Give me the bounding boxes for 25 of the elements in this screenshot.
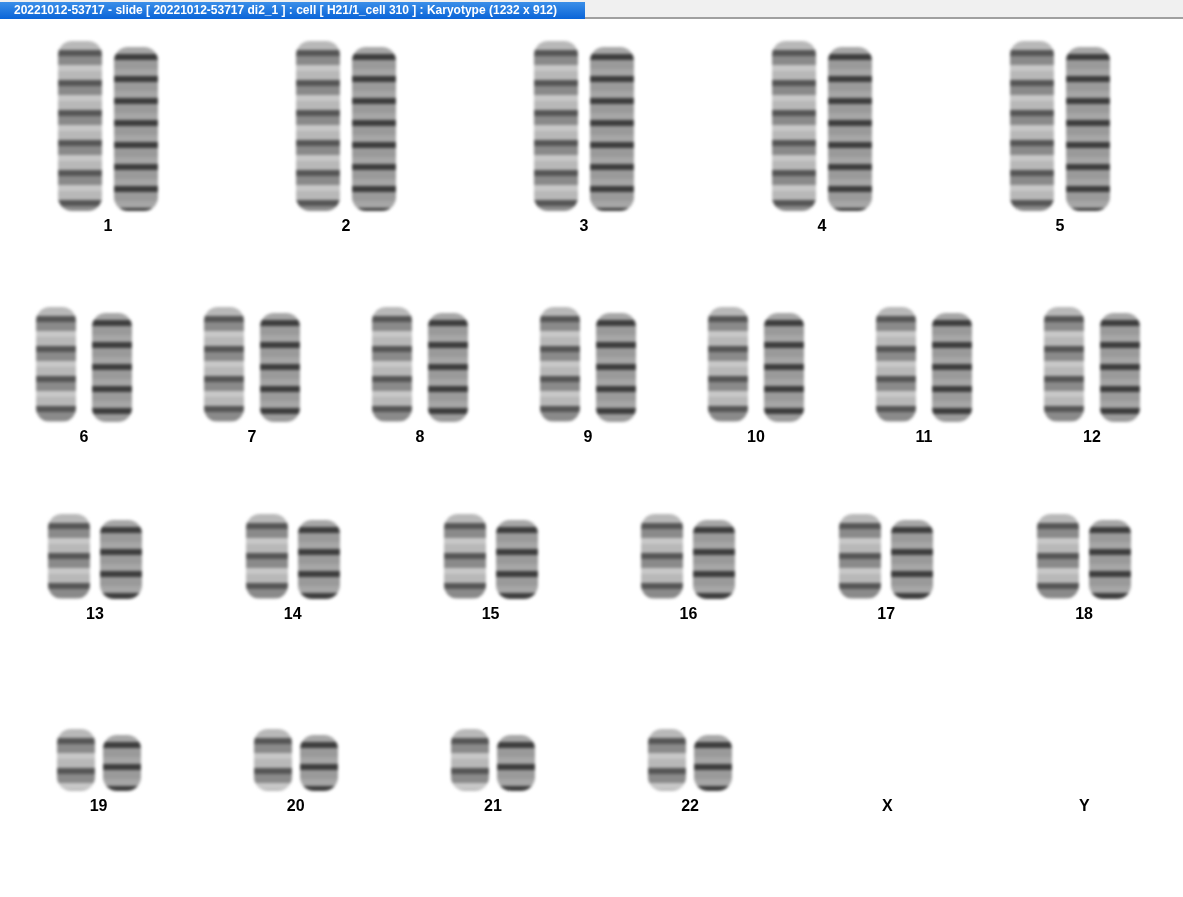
chromosome-number: 8 — [415, 428, 425, 446]
chromosome-number: 19 — [89, 797, 108, 815]
chromosome-number: X — [881, 797, 893, 815]
chromosome-number: 9 — [583, 428, 593, 446]
window-title: 20221012-53717 - slide [ 20221012-53717 di2_1 ] : cell [ H21/1_cell 310 ] : Karyotype (1232 x 912) — [0, 2, 585, 19]
chromosome-number: 18 — [1075, 605, 1093, 623]
chromosome-number: 14 — [283, 605, 302, 623]
chromosome-number: 2 — [341, 217, 351, 235]
chromosome-number: 5 — [1055, 217, 1065, 235]
chromosome-number: 1 — [103, 217, 113, 235]
chromosome-number: 12 — [1083, 428, 1101, 446]
chromosome-number: 16 — [679, 605, 698, 623]
chromosome-number: 4 — [817, 217, 827, 235]
chromosome-number: 6 — [79, 428, 89, 446]
chromosome-number: 3 — [579, 217, 589, 235]
chromosome-number: 15 — [481, 605, 500, 623]
chromosome-number: 13 — [86, 605, 104, 623]
chromosome-number: 21 — [484, 797, 502, 815]
chromosome-number: 17 — [877, 605, 896, 623]
chromosome-number: 22 — [681, 797, 699, 815]
chromosome-number: 7 — [247, 428, 257, 446]
chromosome-number: 10 — [747, 428, 765, 446]
chromosome-number: 11 — [915, 428, 933, 446]
chromosome-number: Y — [1079, 797, 1090, 815]
chromosome-number: 20 — [286, 797, 305, 815]
